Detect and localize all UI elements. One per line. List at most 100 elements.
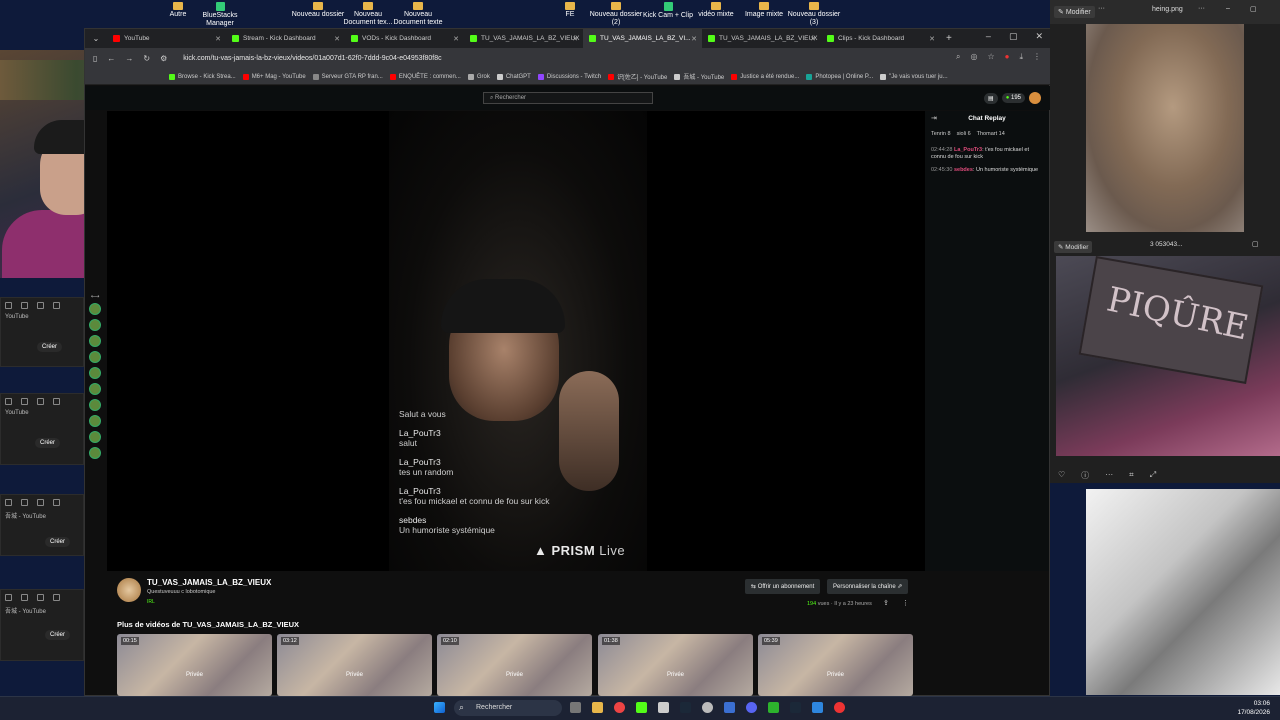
more-icon[interactable]: ···	[1198, 5, 1205, 12]
opera-icon[interactable]	[834, 702, 845, 713]
video-thumbnail[interactable]: 01:38 Privée	[598, 634, 753, 696]
channel-avatar[interactable]	[89, 319, 101, 331]
video-thumbnail[interactable]: 00:15 Privée	[117, 634, 272, 696]
browser-tab[interactable]: VODs - Kick Dashboard ✕	[345, 29, 464, 48]
edit-button[interactable]: ✎ Modifier	[1054, 241, 1093, 253]
channel-avatar[interactable]	[89, 447, 101, 459]
heart-icon[interactable]: ♡	[1058, 470, 1065, 481]
maximize-icon[interactable]: ▢	[1250, 5, 1257, 13]
forward-icon[interactable]: →	[125, 54, 133, 63]
bookmark[interactable]: Photopea | Online P...	[806, 73, 873, 80]
create-button[interactable]: Créer	[45, 630, 71, 640]
channel-avatar[interactable]	[89, 399, 101, 411]
video-frame[interactable]: Salut a vous La_PouTr3 salut La_PouTr3 tes u…	[389, 111, 647, 571]
gift-subscription-button[interactable]: ⇆ Offrir un abonnement	[745, 579, 821, 594]
top-gifter[interactable]: Thomart 14	[977, 131, 1005, 137]
desktop-icon[interactable]: Nouveau dossier (2)	[588, 2, 644, 27]
more-icon[interactable]: ···	[1098, 5, 1105, 12]
task-view-icon[interactable]	[570, 702, 581, 713]
top-gifter[interactable]: Tenrin 8	[931, 131, 951, 137]
share-icon[interactable]: ⇪	[883, 599, 889, 607]
channel-avatar[interactable]	[89, 367, 101, 379]
bookmark[interactable]: Discussions - Twitch	[537, 73, 601, 80]
viewer-count[interactable]: ● 195	[1001, 93, 1025, 103]
close-tab-icon[interactable]: ✕	[215, 35, 221, 43]
xbox-icon[interactable]	[768, 702, 779, 713]
create-button[interactable]: Créer	[35, 438, 61, 448]
close-tab-icon[interactable]: ✕	[929, 35, 935, 43]
browser-tab[interactable]: TU_VAS_JAMAIS_LA_BZ_VIEUX ✕	[464, 29, 583, 48]
bookmark[interactable]: ENQUÊTE : commen...	[389, 73, 461, 80]
bookmark[interactable]: ChatGPT	[496, 73, 531, 80]
close-tab-icon[interactable]: ✕	[810, 35, 816, 43]
create-button[interactable]: Créer	[45, 537, 71, 547]
zoom-icon[interactable]: ⌕	[956, 52, 960, 62]
channel-name[interactable]: TU_VAS_JAMAIS_LA_BZ_VIEUX	[147, 578, 271, 587]
video-thumbnail[interactable]: 02:10 Privée	[437, 634, 592, 696]
user-avatar[interactable]	[1029, 92, 1041, 104]
bookmark[interactable]: "Je vais vous tuer ju...	[880, 73, 948, 80]
back-icon[interactable]: ←	[107, 54, 115, 63]
close-tab-icon[interactable]: ✕	[334, 35, 340, 43]
info-icon[interactable]: ⓘ	[1081, 470, 1089, 481]
desktop-icon[interactable]: BlueStacks Manager	[192, 2, 248, 28]
video-thumbnail[interactable]: 03:12 Privée	[277, 634, 432, 696]
tab-search-icon[interactable]: ⌄	[85, 34, 107, 43]
more-options-icon[interactable]: ⋮	[902, 599, 909, 607]
left-panel-youtube-label[interactable]: YouTube	[1, 312, 83, 322]
video-thumbnail[interactable]: 05:39 Privée	[758, 634, 913, 696]
star-icon[interactable]: ☆	[987, 52, 994, 62]
browser-tab[interactable]: Stream - Kick Dashboard ✕	[226, 29, 345, 48]
close-tab-icon[interactable]: ✕	[453, 35, 459, 43]
desktop-icon[interactable]: Nouveau Document tex...	[340, 2, 396, 27]
browser-tab[interactable]: Clips - Kick Dashboard ✕	[821, 29, 940, 48]
taskbar-search[interactable]: Rechercher	[454, 700, 562, 716]
channel-avatar[interactable]	[89, 303, 101, 315]
category-badge[interactable]: IRL	[147, 599, 155, 605]
top-gifter[interactable]: sioli 6	[957, 131, 971, 137]
obs-icon[interactable]	[702, 702, 713, 713]
more-icon[interactable]: ···	[1105, 470, 1113, 481]
site-info-icon[interactable]: ⚙	[160, 54, 167, 63]
url-field[interactable]: kick.com/tu-vas-jamais-la-bz-vieux/video…	[183, 55, 441, 62]
channel-avatar[interactable]	[89, 383, 101, 395]
app-icon[interactable]	[724, 702, 735, 713]
clock[interactable]: 03:06 17/08/2026	[1237, 699, 1270, 717]
channel-avatar[interactable]	[89, 415, 101, 427]
library-icon[interactable]: ▤	[984, 92, 998, 104]
menu-icon[interactable]: ⋮	[1033, 52, 1041, 62]
windows-start-icon[interactable]	[434, 702, 445, 713]
new-tab-icon[interactable]: +	[946, 33, 952, 44]
maximize-icon[interactable]: ▢	[1252, 240, 1259, 248]
desktop-icon[interactable]: Nouveau Document texte	[390, 2, 446, 27]
minimize-icon[interactable]: –	[986, 31, 991, 42]
app-icon[interactable]	[812, 702, 823, 713]
collapse-rail-icon[interactable]: ⟷	[85, 293, 105, 300]
search-input[interactable]: ⌕ Rechercher	[483, 92, 653, 104]
close-tab-icon[interactable]: ✕	[572, 35, 578, 43]
fullscreen-icon[interactable]: ⤢	[1150, 470, 1156, 481]
browser-tab[interactable]: YouTube ✕	[107, 29, 226, 48]
opera-icon[interactable]: ●	[1005, 52, 1010, 62]
desktop-icon[interactable]: Image mixte	[736, 2, 792, 19]
sidebar-toggle-icon[interactable]: ▯	[93, 54, 97, 63]
bookmark[interactable]: 识[佐乙] - YouTube	[608, 72, 667, 81]
steam-icon[interactable]	[680, 702, 691, 713]
desktop-icon[interactable]: Nouveau dossier	[290, 2, 346, 19]
browser-tab[interactable]: TU_VAS_JAMAIS_LA_BZ_VIEUX ✕	[702, 29, 821, 48]
channel-avatar[interactable]	[117, 578, 141, 602]
bookmark[interactable]: 吾城 - YouTube	[674, 72, 724, 81]
edit-button[interactable]: ✎ Modifier	[1054, 6, 1095, 18]
channel-avatar[interactable]	[89, 351, 101, 363]
download-icon[interactable]: ⤓	[1019, 52, 1023, 62]
minimize-icon[interactable]: –	[1226, 5, 1230, 12]
browser-tab[interactable]: TU_VAS_JAMAIS_LA_BZ_VI... ✕	[583, 29, 702, 48]
bookmark[interactable]: Grok	[467, 73, 490, 80]
left-panel-youtube-label[interactable]: 吾城 - YouTube	[1, 509, 83, 522]
kick-app-icon[interactable]	[636, 702, 647, 713]
left-panel-youtube-label[interactable]: YouTube	[1, 408, 83, 418]
video-player[interactable]: Salut a vous La_PouTr3 salut La_PouTr3 tes u…	[107, 111, 925, 571]
close-tab-icon[interactable]: ✕	[691, 35, 697, 43]
file-explorer-icon[interactable]	[592, 702, 603, 713]
desktop-icon[interactable]: Nouveau dossier (3)	[786, 2, 842, 27]
